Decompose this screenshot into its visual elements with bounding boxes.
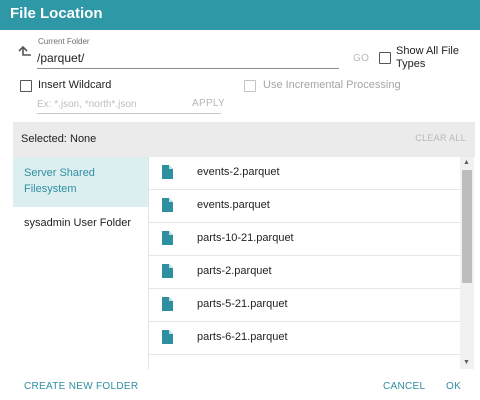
dialog-titlebar: File Location — [0, 0, 480, 30]
incremental-processing-checkbox[interactable] — [244, 80, 256, 92]
scrollbar-thumb[interactable] — [462, 170, 472, 283]
create-new-folder-button[interactable]: CREATE NEW FOLDER — [24, 381, 138, 392]
location-sidebar: Server Shared Filesystem sysadmin User F… — [13, 157, 148, 369]
file-row[interactable]: parts-10-21.parquet — [149, 223, 460, 256]
file-name: events.parquet — [197, 199, 270, 211]
file-list-scrollbar[interactable]: ▲ ▼ — [460, 157, 474, 369]
clear-all-button[interactable]: CLEAR ALL — [415, 133, 466, 143]
file-icon — [162, 264, 173, 278]
insert-wildcard-checkbox[interactable] — [20, 80, 32, 92]
current-folder-input[interactable] — [37, 48, 339, 69]
file-icon — [162, 165, 173, 179]
file-list: events-2.parquet events.parquet parts-10… — [148, 157, 460, 369]
file-name: parts-5-21.parquet — [197, 298, 288, 310]
show-all-file-types-checkbox[interactable] — [379, 52, 391, 64]
insert-wildcard-label: Insert Wildcard — [38, 79, 112, 91]
selected-value: None — [70, 133, 97, 145]
file-name: parts-10-21.parquet — [197, 232, 294, 244]
file-row[interactable]: events.parquet — [149, 190, 460, 223]
dialog-title: File Location — [10, 5, 103, 22]
file-row[interactable]: events-2.parquet — [149, 157, 460, 190]
file-icon — [162, 330, 173, 344]
incremental-processing-label: Use Incremental Processing — [263, 79, 401, 91]
apply-button[interactable]: APPLY — [192, 98, 225, 109]
file-row[interactable]: parts-6-21.parquet — [149, 322, 460, 355]
cancel-button[interactable]: CANCEL — [383, 381, 425, 392]
sidebar-item-server-shared-filesystem[interactable]: Server Shared Filesystem — [13, 157, 148, 207]
scroll-down-icon[interactable]: ▼ — [463, 359, 470, 367]
file-row[interactable]: parts-5-21.parquet — [149, 289, 460, 322]
file-name: events-2.parquet — [197, 166, 280, 178]
file-name: parts-6-21.parquet — [197, 331, 288, 343]
show-all-file-types-label: Show All File Types — [396, 45, 459, 70]
file-icon — [162, 231, 173, 245]
arrow-up-left-icon[interactable] — [16, 42, 32, 58]
current-folder-caption: Current Folder — [38, 37, 90, 46]
go-button[interactable]: GO — [353, 53, 369, 64]
file-name: parts-2.parquet — [197, 265, 272, 277]
selection-bar: Selected: None CLEAR ALL — [13, 122, 475, 157]
sidebar-item-sysadmin-user-folder[interactable]: sysadmin User Folder — [13, 207, 148, 239]
file-icon — [162, 198, 173, 212]
file-icon — [162, 297, 173, 311]
selected-label: Selected: — [21, 133, 67, 145]
file-row[interactable]: parts-2.parquet — [149, 256, 460, 289]
scroll-up-icon[interactable]: ▲ — [463, 159, 470, 167]
ok-button[interactable]: OK — [446, 381, 461, 392]
